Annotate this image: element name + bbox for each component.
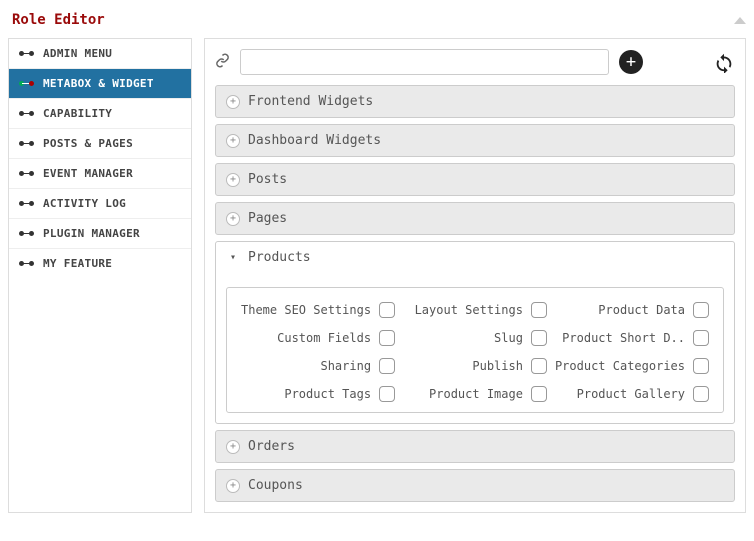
sidebar-item-my-feature[interactable]: MY FEATURE xyxy=(9,249,191,278)
accordion-products: ▾ Products Theme SEO Settings Layout Set… xyxy=(215,241,735,424)
sidebar-item-label: POSTS & PAGES xyxy=(43,137,133,150)
accordion-products-body: Theme SEO Settings Layout Settings Produ… xyxy=(216,273,734,423)
plus-circle-icon: + xyxy=(226,134,240,148)
checkbox-grid: Theme SEO Settings Layout Settings Produ… xyxy=(226,287,724,413)
nav-icon xyxy=(19,198,35,210)
checkbox-product-image[interactable] xyxy=(531,386,547,402)
accordion-products-header[interactable]: ▾ Products xyxy=(216,242,734,273)
nav-icon xyxy=(19,138,35,150)
sidebar-item-label: CAPABILITY xyxy=(43,107,112,120)
collapse-caret-icon xyxy=(734,17,746,24)
accordion-frontend-widgets[interactable]: + Frontend Widgets xyxy=(215,85,735,118)
content-pane: + + Frontend Widgets + Dashboard Widgets +… xyxy=(204,38,746,513)
checkbox-label: Product Categories xyxy=(555,359,685,373)
checkbox-label: Custom Fields xyxy=(241,331,371,345)
nav-icon xyxy=(19,228,35,240)
sidebar-item-label: MY FEATURE xyxy=(43,257,112,270)
link-icon xyxy=(215,53,230,72)
accordion-label: Products xyxy=(248,250,311,265)
checkbox-slug[interactable] xyxy=(531,330,547,346)
nav-icon xyxy=(19,78,35,90)
plus-circle-icon: + xyxy=(226,440,240,454)
accordion: + Frontend Widgets + Dashboard Widgets + Po… xyxy=(215,85,735,502)
accordion-label: Posts xyxy=(248,172,287,187)
accordion-dashboard-widgets[interactable]: + Dashboard Widgets xyxy=(215,124,735,157)
sidebar-item-label: EVENT MANAGER xyxy=(43,167,133,180)
caret-down-icon: ▾ xyxy=(226,252,240,263)
accordion-label: Pages xyxy=(248,211,287,226)
plus-circle-icon: + xyxy=(226,212,240,226)
checkbox-layout-settings[interactable] xyxy=(531,302,547,318)
checkbox-label: Publish xyxy=(403,359,523,373)
sidebar-item-activity-log[interactable]: ACTIVITY LOG xyxy=(9,189,191,219)
sidebar-item-posts-pages[interactable]: POSTS & PAGES xyxy=(9,129,191,159)
nav-icon xyxy=(19,48,35,60)
checkbox-product-short-desc[interactable] xyxy=(693,330,709,346)
nav-icon xyxy=(19,108,35,120)
sidebar-item-capability[interactable]: CAPABILITY xyxy=(9,99,191,129)
url-input[interactable] xyxy=(240,49,609,75)
accordion-pages[interactable]: + Pages xyxy=(215,202,735,235)
checkbox-theme-seo-settings[interactable] xyxy=(379,302,395,318)
sidebar-item-label: ACTIVITY LOG xyxy=(43,197,126,210)
sidebar-item-label: ADMIN MENU xyxy=(43,47,112,60)
page-title: Role Editor xyxy=(12,12,105,28)
accordion-orders[interactable]: + Orders xyxy=(215,430,735,463)
add-button[interactable]: + xyxy=(619,50,643,74)
accordion-coupons[interactable]: + Coupons xyxy=(215,469,735,502)
checkbox-label: Product Tags xyxy=(241,387,371,401)
accordion-label: Dashboard Widgets xyxy=(248,133,381,148)
accordion-label: Frontend Widgets xyxy=(248,94,373,109)
sidebar-item-event-manager[interactable]: EVENT MANAGER xyxy=(9,159,191,189)
checkbox-product-tags[interactable] xyxy=(379,386,395,402)
accordion-posts[interactable]: + Posts xyxy=(215,163,735,196)
sidebar-item-label: PLUGIN MANAGER xyxy=(43,227,140,240)
checkbox-custom-fields[interactable] xyxy=(379,330,395,346)
sidebar-item-metabox-widget[interactable]: METABOX & WIDGET xyxy=(9,69,191,99)
checkbox-label: Product Data xyxy=(555,303,685,317)
accordion-label: Orders xyxy=(248,439,295,454)
checkbox-label: Layout Settings xyxy=(403,303,523,317)
checkbox-product-data[interactable] xyxy=(693,302,709,318)
checkbox-product-gallery[interactable] xyxy=(693,386,709,402)
nav-icon xyxy=(19,258,35,270)
plus-circle-icon: + xyxy=(226,479,240,493)
checkbox-label: Product Gallery xyxy=(555,387,685,401)
toolbar: + xyxy=(215,49,735,75)
sidebar-item-plugin-manager[interactable]: PLUGIN MANAGER xyxy=(9,219,191,249)
checkbox-label: Sharing xyxy=(241,359,371,373)
refresh-button[interactable] xyxy=(713,51,735,73)
plus-icon: + xyxy=(626,54,636,71)
checkbox-publish[interactable] xyxy=(531,358,547,374)
plus-circle-icon: + xyxy=(226,95,240,109)
accordion-label: Coupons xyxy=(248,478,303,493)
checkbox-label: Product Image xyxy=(403,387,523,401)
nav-icon xyxy=(19,168,35,180)
plus-circle-icon: + xyxy=(226,173,240,187)
checkbox-label: Product Short D.. xyxy=(555,331,685,345)
checkbox-label: Slug xyxy=(403,331,523,345)
sidebar: ADMIN MENU METABOX & WIDGET CAPABILITY P… xyxy=(8,38,192,513)
sidebar-item-admin-menu[interactable]: ADMIN MENU xyxy=(9,39,191,69)
checkbox-label: Theme SEO Settings xyxy=(241,303,371,317)
panel-header[interactable]: Role Editor xyxy=(8,8,746,32)
sidebar-item-label: METABOX & WIDGET xyxy=(43,77,154,90)
checkbox-sharing[interactable] xyxy=(379,358,395,374)
checkbox-product-categories[interactable] xyxy=(693,358,709,374)
